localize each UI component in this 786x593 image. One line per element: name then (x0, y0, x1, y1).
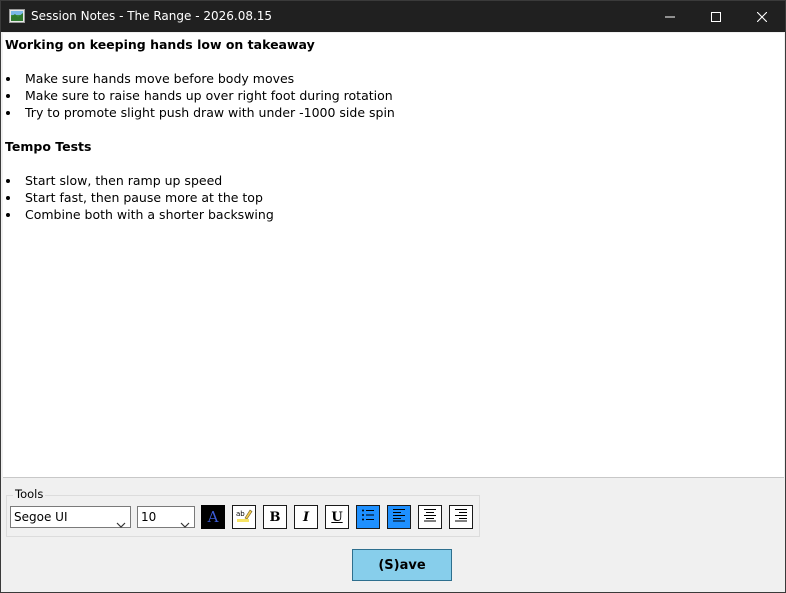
close-button[interactable] (739, 1, 785, 32)
svg-text:ab: ab (236, 510, 245, 518)
list-item: Start slow, then ramp up speed (5, 172, 782, 189)
bold-button[interactable]: B (263, 505, 287, 529)
list-item: Start fast, then pause more at the top (5, 189, 782, 206)
notes-heading: Tempo Tests (5, 139, 92, 154)
align-center-button[interactable] (418, 505, 442, 529)
italic-button[interactable]: I (294, 505, 318, 529)
tools-label: Tools (13, 487, 46, 501)
italic-icon: I (302, 509, 310, 525)
notes-list: Make sure hands move before body moves M… (5, 70, 782, 121)
font-family-select[interactable]: Segoe UI (10, 506, 131, 528)
list-item: Make sure to raise hands up over right f… (5, 87, 782, 104)
minimize-icon (665, 12, 675, 22)
font-size-select[interactable]: 10 (137, 506, 195, 528)
maximize-icon (711, 11, 721, 22)
align-right-button[interactable] (449, 505, 473, 529)
title-bar[interactable]: Session Notes - The Range - 2026.08.15 (1, 1, 785, 32)
maximize-button[interactable] (693, 1, 739, 32)
app-window-icon (9, 8, 25, 24)
highlighter-icon: ab (235, 507, 253, 527)
minimize-button[interactable] (647, 1, 693, 32)
bold-icon: B (269, 509, 281, 525)
list-item: Combine both with a shorter backswing (5, 206, 782, 223)
list-item: Try to promote slight push draw with und… (5, 104, 782, 121)
text-color-button[interactable]: A (201, 505, 225, 529)
session-notes-window: Session Notes - The Range - 2026.08.15 W… (0, 0, 786, 593)
bullet-list-icon (361, 508, 375, 526)
window-title: Session Notes - The Range - 2026.08.15 (31, 9, 273, 23)
align-left-icon (392, 508, 406, 526)
underline-button[interactable]: U (325, 505, 349, 529)
notes-editor[interactable]: Working on keeping hands low on takeaway… (3, 33, 784, 478)
align-right-icon (454, 508, 468, 526)
chevron-down-icon (180, 514, 190, 534)
save-button[interactable]: (S)ave (352, 549, 452, 581)
align-center-icon (423, 508, 437, 526)
bullet-list-button[interactable] (356, 505, 380, 529)
underline-icon: U (331, 509, 343, 525)
font-size-value: 10 (141, 510, 157, 524)
notes-list: Start slow, then ramp up speed Start fas… (5, 172, 782, 223)
notes-heading: Working on keeping hands low on takeaway (5, 37, 315, 52)
close-icon (757, 11, 767, 22)
text-color-icon: A (207, 508, 219, 526)
align-left-button[interactable] (387, 505, 411, 529)
list-item: Make sure hands move before body moves (5, 70, 782, 87)
chevron-down-icon (116, 514, 126, 534)
highlight-button[interactable]: ab (232, 505, 256, 529)
font-family-value: Segoe UI (14, 510, 68, 524)
